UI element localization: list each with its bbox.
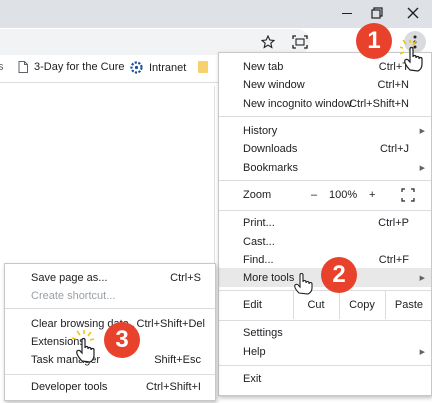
menu-item-cast[interactable]: Cast... bbox=[219, 232, 431, 251]
menu-separator bbox=[5, 308, 215, 309]
page-icon bbox=[18, 61, 28, 73]
paste-button[interactable]: Paste bbox=[385, 291, 432, 319]
menu-item-label: New incognito window bbox=[243, 97, 352, 110]
menu-item-shortcut: Ctrl+F bbox=[378, 253, 409, 266]
menu-item-print[interactable]: Print... Ctrl+P bbox=[219, 213, 431, 232]
close-window-button[interactable] bbox=[396, 0, 430, 26]
capture-icon bbox=[292, 35, 308, 49]
copy-button[interactable]: Copy bbox=[339, 291, 384, 319]
menu-item-downloads[interactable]: Downloads Ctrl+J bbox=[219, 139, 431, 158]
menu-item-shortcut: Ctrl+N bbox=[377, 78, 409, 91]
menu-item-shortcut: Ctrl+Shift+I bbox=[145, 380, 201, 393]
submenu-arrow-icon: ▶ bbox=[419, 127, 425, 135]
chrome-main-menu: New tab Ctrl+T New window Ctrl+N New inc… bbox=[218, 52, 432, 396]
menu-item-history[interactable]: History ▶ bbox=[219, 121, 431, 140]
menu-item-label: Save page as... bbox=[31, 271, 108, 284]
menu-item-label: Print... bbox=[243, 216, 275, 229]
step-badge-1: 1 bbox=[356, 23, 392, 59]
menu-item-shortcut: Ctrl+Shift+N bbox=[349, 97, 409, 110]
step-number: 2 bbox=[332, 261, 346, 288]
hand-cursor-icon bbox=[294, 272, 313, 295]
menu-item-shortcut: Ctrl+J bbox=[379, 142, 409, 155]
menu-item-new-window[interactable]: New window Ctrl+N bbox=[219, 75, 431, 94]
menu-item-developer-tools[interactable]: Developer tools Ctrl+Shift+I bbox=[5, 377, 215, 396]
menu-item-zoom: Zoom – 100% + bbox=[219, 184, 431, 206]
menu-separator bbox=[219, 210, 431, 211]
menu-item-label: Help bbox=[243, 345, 266, 358]
menu-item-shortcut: Shift+Esc bbox=[154, 353, 201, 366]
menu-separator bbox=[219, 365, 431, 366]
menu-item-label: More tools bbox=[243, 271, 295, 284]
bookmark-intranet[interactable]: Intranet bbox=[130, 61, 186, 74]
menu-item-new-incognito-window[interactable]: New incognito window Ctrl+Shift+N bbox=[219, 94, 431, 113]
menu-item-label: Find... bbox=[243, 253, 274, 266]
bookmark-partial[interactable]: s bbox=[0, 61, 4, 73]
zoom-in-button[interactable]: + bbox=[369, 189, 375, 201]
menu-item-label: Cast... bbox=[243, 235, 275, 248]
bookmark-label: 3-Day for the Cure bbox=[34, 61, 125, 73]
step-badge-3: 3 bbox=[104, 322, 140, 358]
minimize-button[interactable] bbox=[330, 0, 364, 26]
step-badge-2: 2 bbox=[321, 257, 357, 293]
bookmark-label: Intranet bbox=[149, 61, 187, 74]
intranet-logo-icon bbox=[130, 61, 143, 74]
menu-item-help[interactable]: Help ▶ bbox=[219, 342, 431, 361]
hand-cursor-icon bbox=[400, 40, 423, 72]
bookmark-folder[interactable] bbox=[198, 61, 208, 73]
menu-item-shortcut: Ctrl+P bbox=[378, 216, 409, 229]
submenu-arrow-icon: ▶ bbox=[419, 164, 425, 172]
star-icon bbox=[261, 35, 275, 49]
screen-capture-button[interactable] bbox=[290, 32, 310, 52]
cut-label: Cut bbox=[307, 299, 325, 311]
menu-item-bookmarks[interactable]: Bookmarks ▶ bbox=[219, 158, 431, 177]
menu-item-label: Downloads bbox=[243, 142, 298, 155]
submenu-arrow-icon: ▶ bbox=[419, 274, 425, 282]
menu-item-label: Developer tools bbox=[31, 380, 108, 393]
menu-item-label: Bookmarks bbox=[243, 161, 299, 174]
zoom-out-button[interactable]: – bbox=[311, 189, 317, 201]
step-number: 1 bbox=[367, 27, 381, 54]
step-number: 3 bbox=[115, 326, 129, 353]
menu-item-label: Zoom bbox=[243, 189, 272, 201]
minimize-icon bbox=[342, 12, 352, 14]
restore-button[interactable] bbox=[360, 0, 394, 26]
menu-item-label: New window bbox=[243, 78, 305, 91]
menu-item-label: New tab bbox=[243, 60, 284, 73]
menu-separator bbox=[219, 116, 431, 117]
menu-separator bbox=[219, 180, 431, 181]
bookmark-separator: s bbox=[0, 61, 4, 73]
zoom-level: 100% bbox=[329, 189, 358, 201]
menu-separator bbox=[219, 320, 431, 321]
cut-button[interactable]: Cut bbox=[293, 291, 338, 319]
paste-label: Paste bbox=[394, 299, 424, 311]
menu-item-create-shortcut: Create shortcut... bbox=[5, 286, 215, 305]
menu-item-save-page-as[interactable]: Save page as... Ctrl+S bbox=[5, 268, 215, 287]
folder-icon bbox=[198, 61, 208, 73]
menu-item-label: Edit bbox=[243, 299, 262, 311]
menu-item-shortcut: Ctrl+Shift+Del bbox=[134, 317, 205, 330]
menu-item-shortcut: Ctrl+S bbox=[170, 271, 201, 284]
menu-item-label: Settings bbox=[243, 326, 283, 339]
menu-item-label: Create shortcut... bbox=[31, 289, 116, 302]
copy-label: Copy bbox=[349, 299, 375, 311]
menu-item-exit[interactable]: Exit bbox=[219, 369, 431, 388]
hand-cursor-icon bbox=[72, 330, 95, 363]
menu-item-edit: Edit Cut Copy Paste bbox=[219, 291, 431, 319]
menu-item-label: Exit bbox=[243, 372, 262, 385]
close-icon bbox=[407, 7, 419, 19]
fullscreen-button[interactable] bbox=[401, 188, 415, 205]
menu-item-label: History bbox=[243, 124, 278, 137]
menu-item-settings[interactable]: Settings bbox=[219, 323, 431, 342]
fullscreen-icon bbox=[401, 188, 415, 202]
restore-icon bbox=[371, 7, 383, 19]
bookmark-star-button[interactable] bbox=[258, 32, 278, 52]
menu-separator bbox=[5, 374, 215, 375]
submenu-arrow-icon: ▶ bbox=[419, 348, 425, 356]
bookmark-3-day-for-the-cure[interactable]: 3-Day for the Cure bbox=[18, 61, 124, 73]
